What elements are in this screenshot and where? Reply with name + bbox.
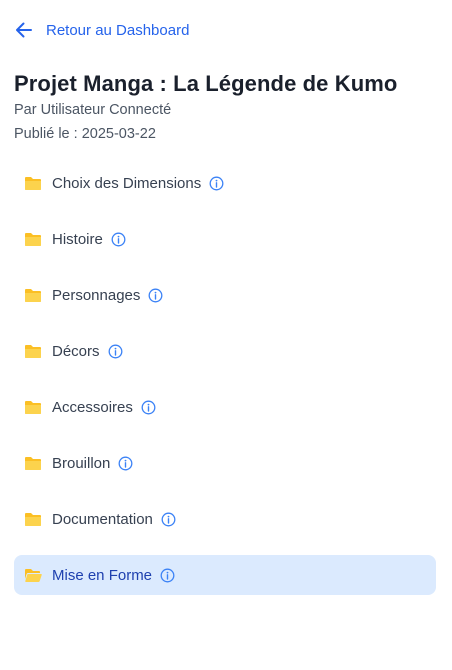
folder-icon [25, 345, 41, 358]
folder-icon [25, 233, 41, 246]
folder-icon [25, 457, 41, 470]
back-link-label: Retour au Dashboard [46, 21, 190, 39]
published-label: Publié le : [14, 126, 78, 142]
folder-label: Accessoires [52, 398, 133, 416]
folder-label: Documentation [52, 510, 153, 528]
folder-item-mise-en-forme[interactable]: Mise en Forme [14, 555, 436, 595]
info-icon[interactable] [161, 512, 176, 527]
project-header: Projet Manga : La Légende de Kumo Par Ut… [14, 70, 438, 144]
folder-item-personnages[interactable]: Personnages [14, 275, 436, 315]
folder-label: Personnages [52, 286, 141, 304]
info-icon[interactable] [148, 288, 163, 303]
author-line: Par Utilisateur Connecté [14, 102, 172, 118]
folder-list: Choix des Dimensions Histoire Personnage… [14, 163, 436, 611]
folder-label: Choix des Dimensions [52, 174, 202, 192]
folder-label: Mise en Forme [52, 566, 153, 584]
page-title: Projet Manga : La Légende de Kumo [14, 71, 398, 96]
folder-item-choix-des-dimensions[interactable]: Choix des Dimensions [14, 163, 436, 203]
folder-label: Histoire [52, 230, 103, 248]
project-page: Retour au Dashboard Projet Manga : La Lé… [0, 0, 452, 670]
folder-item-brouillon[interactable]: Brouillon [14, 443, 436, 483]
back-to-dashboard-link[interactable]: Retour au Dashboard [14, 20, 189, 40]
folder-open-icon [25, 569, 42, 582]
folder-icon [25, 177, 41, 190]
folder-item-decors[interactable]: Décors [14, 331, 436, 371]
published-date: 2025-03-22 [81, 126, 156, 142]
info-icon[interactable] [111, 232, 126, 247]
folder-icon [25, 513, 41, 526]
folder-label: Décors [52, 342, 100, 360]
folder-item-histoire[interactable]: Histoire [14, 219, 436, 259]
folder-label: Brouillon [52, 454, 111, 472]
folder-item-accessoires[interactable]: Accessoires [14, 387, 436, 427]
folder-item-documentation[interactable]: Documentation [14, 499, 436, 539]
info-icon[interactable] [209, 176, 224, 191]
folder-icon [25, 401, 41, 414]
info-icon[interactable] [118, 456, 133, 471]
published-line: Publié le : 2025-03-22 [14, 124, 438, 144]
info-icon[interactable] [160, 568, 175, 583]
info-icon[interactable] [108, 344, 123, 359]
info-icon[interactable] [141, 400, 156, 415]
arrow-left-icon [16, 22, 32, 38]
folder-icon [25, 289, 41, 302]
